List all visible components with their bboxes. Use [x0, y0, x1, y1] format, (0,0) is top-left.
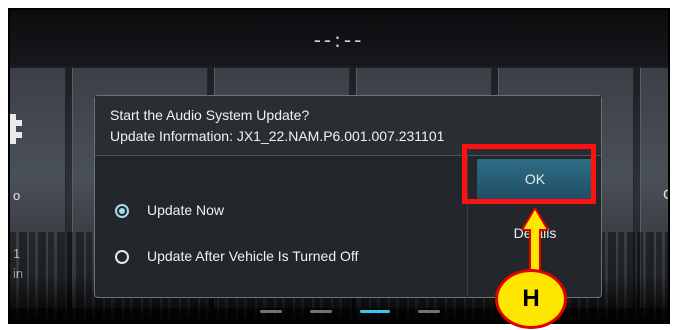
dialog-title: Start the Audio System Update? — [110, 107, 310, 123]
gear-icon — [10, 114, 22, 144]
option-label: Update Now — [147, 202, 225, 218]
page-indicator — [230, 310, 470, 314]
page-dot — [418, 310, 440, 313]
clock: --:-- — [313, 28, 365, 52]
radio-unselected-icon[interactable] — [115, 250, 129, 264]
tile-label: C — [663, 186, 668, 202]
option-update-now[interactable]: Update Now — [115, 200, 445, 224]
page-dot-active — [360, 310, 390, 313]
status-bar: --:-- — [10, 10, 668, 66]
tile-label: o — [13, 188, 21, 203]
ok-highlight-box — [462, 144, 596, 204]
page-dot — [310, 310, 332, 313]
page-dot — [260, 310, 282, 313]
update-information: Update Information: JX1_22.NAM.P6.001.00… — [110, 128, 445, 144]
radio-selected-icon[interactable] — [115, 204, 129, 218]
option-label: Update After Vehicle Is Turned Off — [147, 248, 359, 264]
option-update-after-off[interactable]: Update After Vehicle Is Turned Off — [115, 246, 445, 270]
step-marker: H — [495, 269, 567, 329]
